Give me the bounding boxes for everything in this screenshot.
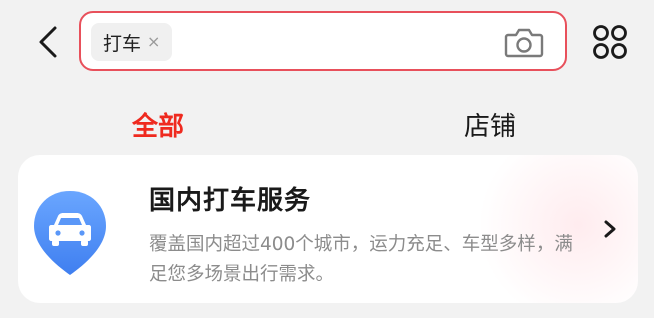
card-description: 覆盖国内超过400个城市，运力充足、车型多样，满足您多场景出行需求。 (149, 234, 573, 285)
car-location-pin-icon (34, 191, 106, 275)
tab-shops[interactable]: 店铺 (464, 106, 516, 143)
chip-close-icon[interactable]: × (147, 34, 160, 50)
tab-all[interactable]: 全部 (132, 106, 184, 143)
search-input[interactable]: 打车 × (79, 11, 567, 71)
camera-icon (504, 28, 544, 58)
more-menu-button[interactable] (588, 20, 632, 64)
chevron-right-icon[interactable] (598, 217, 622, 241)
search-keyword-chip[interactable]: 打车 × (91, 23, 173, 61)
camera-search-button[interactable] (503, 24, 545, 60)
back-button[interactable] (28, 20, 68, 64)
result-tabs: 全部 店铺 (0, 96, 654, 156)
service-result-card[interactable]: 国内打车服务 覆盖国内超过400个城市，运力充足、车型多样，满足您多场景出行需求… (18, 155, 638, 303)
search-keyword-label: 打车 (103, 32, 142, 55)
top-bar: 打车 × (0, 0, 654, 80)
four-circles-grid-icon (593, 25, 627, 59)
card-title: 国内打车服务 (149, 186, 312, 216)
chevron-left-icon (39, 26, 57, 58)
